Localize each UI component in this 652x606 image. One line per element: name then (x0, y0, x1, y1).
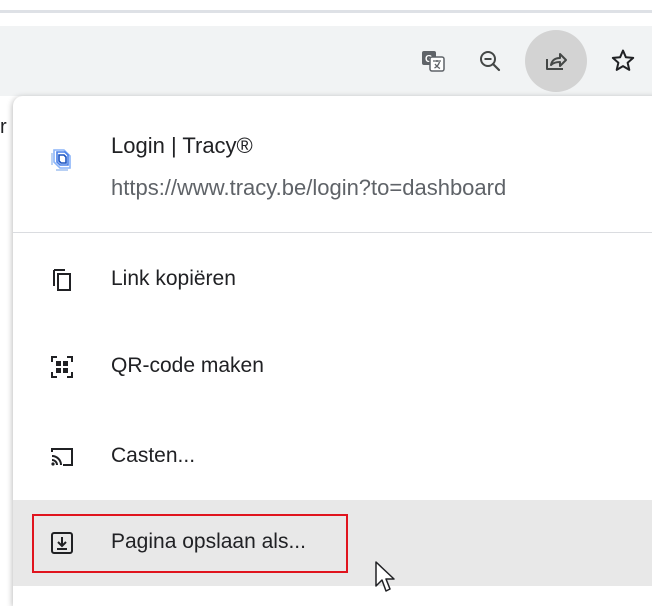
tab-strip-border (0, 10, 652, 13)
share-button[interactable] (525, 30, 587, 92)
share-icon (546, 53, 567, 70)
menu-item-label: Link kopiëren (111, 267, 236, 290)
translate-button[interactable]: G (402, 30, 464, 92)
menu-item-qr-code[interactable]: QR-code maken (13, 324, 652, 410)
menu-item-copy-link[interactable]: Link kopiëren (13, 237, 652, 323)
site-url: https://www.tracy.be/login?to=dashboard (111, 175, 507, 200)
share-menu-header: Login | Tracy® https://www.tracy.be/logi… (13, 96, 652, 232)
menu-item-label: QR-code maken (111, 354, 264, 377)
copy-link-icon (53, 269, 71, 291)
zoom-out-icon (480, 51, 501, 72)
translate-icon: G (422, 51, 445, 72)
zoom-button[interactable] (459, 30, 521, 92)
menu-item-label: Casten... (111, 444, 196, 467)
share-menu: Login | Tracy® https://www.tracy.be/logi… (13, 96, 652, 606)
page-partial-text: r (0, 116, 7, 138)
save-page-icon (51, 532, 73, 554)
bookmark-star-icon (611, 49, 635, 71)
site-title: Login | Tracy® (111, 133, 253, 158)
bookmark-button[interactable] (592, 30, 652, 92)
menu-item-cast[interactable]: Casten... (13, 414, 652, 500)
qr-code-icon (51, 356, 73, 378)
menu-item-save-page[interactable]: Pagina opslaan als... (13, 500, 652, 586)
cast-icon (51, 448, 73, 466)
menu-divider (13, 232, 652, 233)
menu-item-label: Pagina opslaan als... (111, 530, 306, 553)
tracy-logo-icon (51, 149, 71, 171)
mouse-cursor-icon (375, 561, 395, 592)
